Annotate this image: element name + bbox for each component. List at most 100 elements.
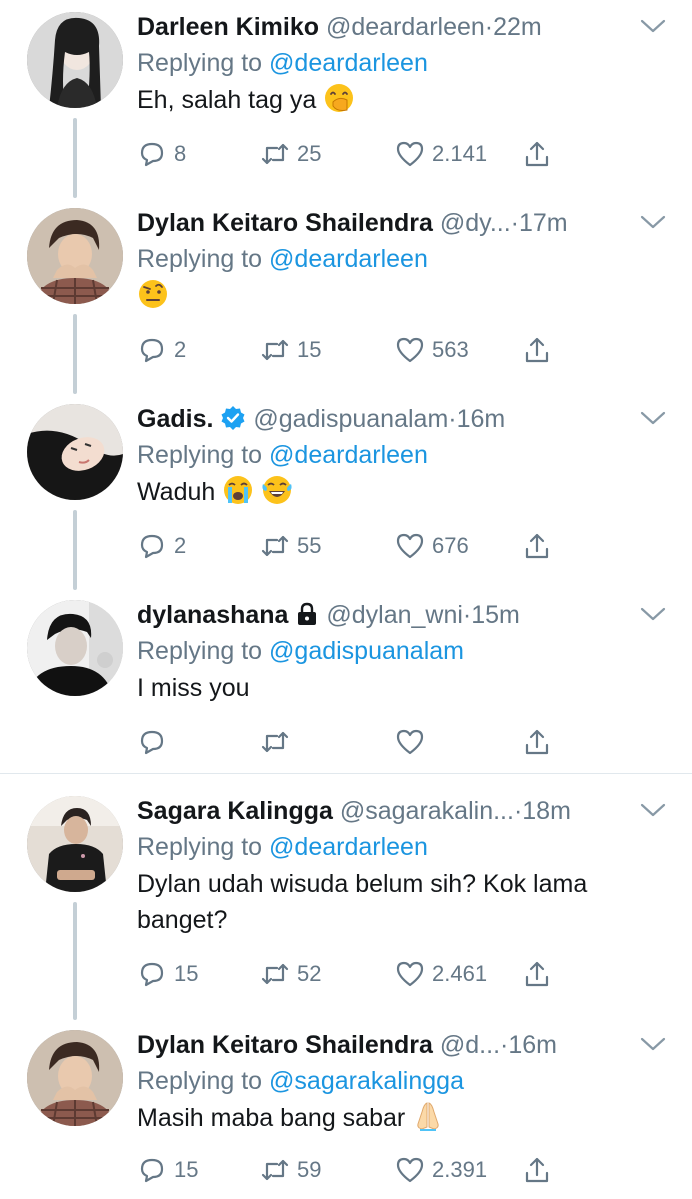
timestamp[interactable]: 15m (471, 601, 520, 629)
retweet-button[interactable]: 52 (260, 957, 321, 991)
reply-icon (140, 338, 164, 363)
like-button[interactable]: 563 (395, 333, 469, 367)
user-handle[interactable]: @deardarleen (326, 13, 485, 41)
chevron-down-icon[interactable] (640, 408, 666, 428)
avatar[interactable] (27, 600, 123, 696)
tweet-header: Sagara Kalingga @sagarakalin...·18m (137, 794, 632, 828)
chevron-down-icon[interactable] (640, 800, 666, 820)
separator: · (462, 601, 472, 629)
share-icon (525, 337, 549, 363)
timestamp[interactable]: 16m (457, 405, 506, 433)
avatar[interactable] (27, 12, 123, 108)
reply-button[interactable]: 2 (137, 333, 186, 367)
mention-link[interactable]: @deardarleen (269, 245, 428, 273)
avatar[interactable] (27, 208, 123, 304)
tweet[interactable]: Darleen Kimiko @deardarleen·22m Replying… (0, 0, 692, 198)
heart-icon (396, 337, 424, 363)
like-button[interactable]: 2.461 (395, 957, 487, 991)
tweet[interactable]: Gadis. @gadispuanalam·16m Replying to @d… (0, 392, 692, 590)
reply-button[interactable]: 2 (137, 529, 186, 563)
user-handle[interactable]: @sagarakalin... (340, 797, 514, 825)
chevron-down-icon[interactable] (640, 16, 666, 36)
reply-icon (140, 142, 164, 167)
like-button[interactable] (395, 725, 432, 759)
retweet-button[interactable]: 25 (260, 137, 321, 171)
reply-count: 15 (174, 961, 199, 986)
retweet-button[interactable]: 59 (260, 1153, 321, 1187)
replying-to-label: Replying to (137, 1067, 263, 1095)
share-icon (525, 729, 549, 755)
avatar[interactable] (27, 1030, 123, 1126)
display-name[interactable]: Sagara Kalingga (137, 797, 333, 825)
reply-count: 2 (174, 337, 187, 362)
replying-to: Replying to @deardarleen (137, 438, 428, 472)
heart-icon (396, 729, 424, 755)
tweet[interactable]: Dylan Keitaro Shailendra @d...·16m Reply… (0, 1018, 692, 1199)
timestamp[interactable]: 22m (493, 13, 542, 41)
share-button[interactable] (522, 333, 552, 367)
replying-to: Replying to @sagarakalingga (137, 1064, 464, 1098)
user-handle[interactable]: @dylan_wni (326, 601, 463, 629)
like-count: 676 (432, 533, 469, 558)
share-button[interactable] (522, 1153, 552, 1187)
retweet-count: 25 (297, 141, 322, 166)
tweet-text: Waduh (137, 474, 652, 510)
avatar[interactable] (27, 796, 123, 892)
display-name[interactable]: Dylan Keitaro Shailendra (137, 1031, 433, 1059)
share-button[interactable] (522, 529, 552, 563)
hand-over-mouth-emoji (325, 84, 354, 112)
timestamp[interactable]: 16m (508, 1031, 557, 1059)
thread-line (73, 314, 77, 394)
mention-link[interactable]: @gadispuanalam (269, 637, 464, 665)
tweet-header: Gadis. @gadispuanalam·16m (137, 402, 632, 436)
mention-link[interactable]: @deardarleen (269, 49, 428, 77)
separator: · (448, 405, 457, 433)
like-button[interactable]: 676 (395, 529, 469, 563)
chevron-down-icon[interactable] (640, 604, 666, 624)
retweet-button[interactable]: 55 (260, 529, 321, 563)
heart-icon (396, 141, 424, 167)
display-name[interactable]: dylanashana (137, 601, 288, 629)
tweet-actions: 15 52 2.461 (137, 957, 567, 991)
heart-icon (396, 961, 424, 987)
replying-to-label: Replying to (137, 637, 263, 665)
share-button[interactable] (522, 137, 552, 171)
separator: · (510, 209, 519, 237)
avatar[interactable] (27, 404, 123, 500)
reply-icon (140, 730, 164, 755)
display-name[interactable]: Gadis. (137, 405, 213, 433)
reply-button[interactable]: 15 (137, 957, 198, 991)
replying-to-label: Replying to (137, 49, 263, 77)
user-handle[interactable]: @d... (440, 1031, 500, 1059)
reply-button[interactable]: 8 (137, 137, 186, 171)
mention-link[interactable]: @deardarleen (269, 441, 428, 469)
timestamp[interactable]: 18m (522, 797, 571, 825)
chevron-down-icon[interactable] (640, 212, 666, 232)
retweet-button[interactable]: 15 (260, 333, 321, 367)
tweet-header: Darleen Kimiko @deardarleen·22m (137, 10, 632, 44)
replying-to: Replying to @deardarleen (137, 242, 428, 276)
like-button[interactable]: 2.141 (395, 137, 487, 171)
share-button[interactable] (522, 725, 552, 759)
user-handle[interactable]: @dy... (440, 209, 511, 237)
tweet-actions: 2 55 676 (137, 529, 567, 563)
tweet[interactable]: dylanashana @dylan_wni·15m Replying to @… (0, 588, 692, 774)
tweet[interactable]: Sagara Kalingga @sagarakalin...·18m Repl… (0, 784, 692, 1020)
chevron-down-icon[interactable] (640, 1034, 666, 1054)
user-handle[interactable]: @gadispuanalam (253, 405, 448, 433)
mention-link[interactable]: @deardarleen (269, 833, 428, 861)
tweet-header: Dylan Keitaro Shailendra @d...·16m (137, 1028, 632, 1062)
share-button[interactable] (522, 957, 552, 991)
reply-button[interactable] (137, 725, 174, 759)
reply-count: 2 (174, 533, 187, 558)
tweet[interactable]: Dylan Keitaro Shailendra @dy...·17m Repl… (0, 196, 692, 394)
reply-button[interactable]: 15 (137, 1153, 198, 1187)
mention-link[interactable]: @sagarakalingga (269, 1067, 464, 1095)
display-name[interactable]: Darleen Kimiko (137, 13, 319, 41)
like-button[interactable]: 2.391 (395, 1153, 487, 1187)
timestamp[interactable]: 17m (519, 209, 568, 237)
tweet-actions: 2 15 563 (137, 333, 567, 367)
retweet-button[interactable] (260, 725, 297, 759)
tweet-header: dylanashana @dylan_wni·15m (137, 598, 632, 632)
display-name[interactable]: Dylan Keitaro Shailendra (137, 209, 433, 237)
